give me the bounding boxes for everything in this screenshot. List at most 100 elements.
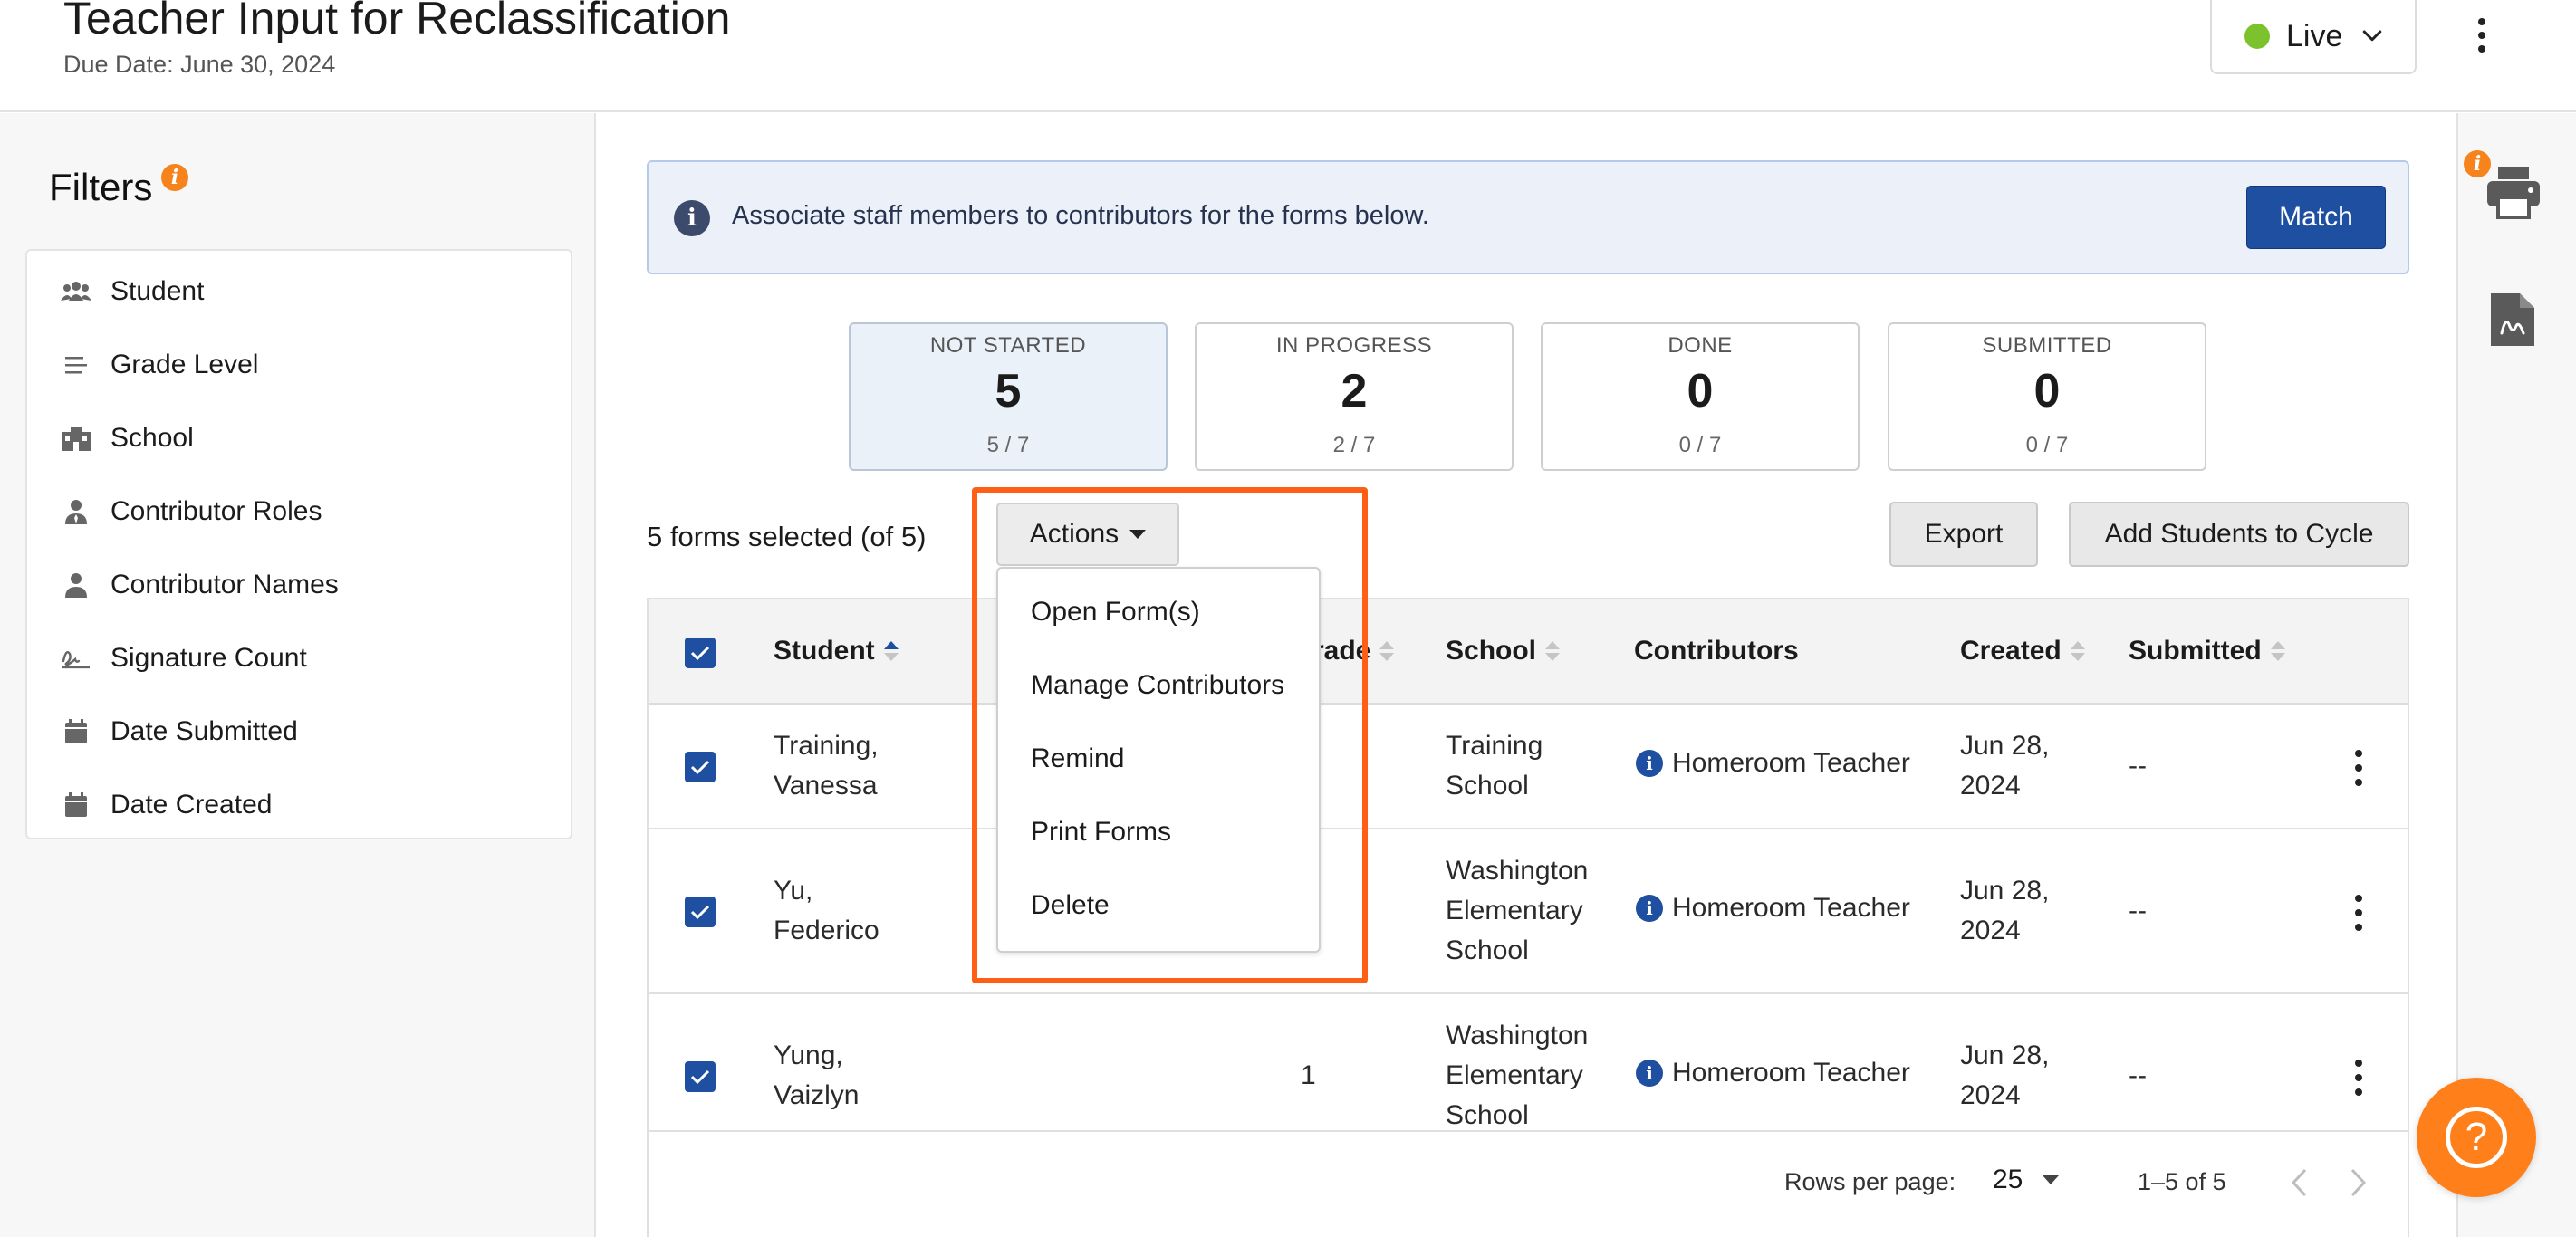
signature-icon [60, 642, 92, 675]
created-date: Jun 28, 2024 [1960, 726, 2049, 806]
student-name: Yu, Federico [774, 871, 879, 951]
stat-card-submitted[interactable]: SUBMITTED 0 0 / 7 [1888, 322, 2206, 471]
table-row[interactable]: Training, Vanessa Training School i Home… [649, 705, 2408, 829]
school-line: Elementary [1446, 896, 1583, 925]
row-checkbox[interactable] [685, 752, 716, 782]
school-line: Elementary [1446, 1060, 1583, 1090]
page-header: Teacher Input for Reclassification Due D… [0, 0, 2576, 112]
dot [2478, 31, 2485, 39]
stat-value: 0 [2033, 365, 2061, 417]
filter-label: Grade Level [111, 350, 259, 379]
menu-item-manage-contributors[interactable]: Manage Contributors [998, 649, 1319, 722]
info-icon[interactable]: i [161, 164, 188, 191]
dot [2355, 895, 2362, 902]
stat-title: IN PROGRESS [1275, 333, 1433, 358]
filter-label: Contributor Names [111, 570, 339, 599]
column-header-submitted[interactable]: Submitted [2129, 636, 2285, 666]
menu-item-print-forms[interactable]: Print Forms [998, 796, 1319, 868]
table-header: Student rade School Contributors Created… [649, 599, 2408, 705]
student-name: Training, Vanessa [774, 726, 879, 806]
menu-item-remind[interactable]: Remind [998, 723, 1319, 795]
dot [2355, 1088, 2362, 1096]
dot [2355, 1060, 2362, 1067]
calendar-icon [60, 789, 92, 821]
select-all-checkbox[interactable] [685, 638, 716, 668]
row-checkbox[interactable] [685, 1061, 716, 1092]
pdf-file-icon[interactable] [2489, 292, 2536, 348]
row-options-icon[interactable] [2350, 1060, 2368, 1096]
selected-count: 5 forms selected (of 5) [647, 521, 927, 552]
contributor-cell[interactable]: i Homeroom Teacher [1636, 1058, 1910, 1088]
menu-item-open-forms[interactable]: Open Form(s) [998, 576, 1319, 648]
filter-item-signature-count[interactable]: Signature Count [27, 622, 571, 695]
rows-per-page-label: Rows per page: [1784, 1168, 1956, 1195]
stat-card-in-progress[interactable]: IN PROGRESS 2 2 / 7 [1195, 322, 1514, 471]
more-options-icon[interactable] [2464, 14, 2500, 56]
status-dropdown[interactable]: Live [2210, 0, 2417, 74]
match-button[interactable]: Match [2246, 186, 2386, 249]
info-icon: i [1636, 895, 1663, 922]
help-icon: ? [2446, 1107, 2507, 1168]
sort-icon [1545, 641, 1561, 661]
info-circle-icon: i [674, 200, 710, 236]
export-button[interactable]: Export [1889, 502, 2038, 567]
row-options-icon[interactable] [2350, 895, 2368, 931]
add-students-button[interactable]: Add Students to Cycle [2069, 502, 2409, 567]
info-icon: i [1636, 1060, 1663, 1087]
person-tie-icon [60, 495, 92, 528]
filter-item-date-submitted[interactable]: Date Submitted [27, 695, 571, 768]
filter-label: School [111, 423, 194, 453]
column-header-student[interactable]: Student [774, 636, 899, 666]
school-line: School [1446, 771, 1529, 801]
submitted-date: -- [2129, 1060, 2147, 1090]
created-date: Jun 28, 2024 [1960, 1036, 2049, 1116]
stat-sub: 0 / 7 [1678, 433, 1722, 457]
help-button[interactable]: ? [2417, 1078, 2536, 1197]
info-icon: i [1636, 750, 1663, 777]
filters-title: Filters [49, 166, 153, 208]
contributor-role: Homeroom Teacher [1672, 1058, 1910, 1088]
contributor-cell[interactable]: i Homeroom Teacher [1636, 748, 1910, 779]
filter-item-contributor-roles[interactable]: Contributor Roles [27, 475, 571, 548]
contributor-cell[interactable]: i Homeroom Teacher [1636, 893, 1910, 924]
stat-sub: 0 / 7 [2025, 433, 2069, 457]
filter-label: Date Submitted [111, 716, 298, 746]
sort-icon [883, 641, 899, 661]
student-name: Yung, Vaizlyn [774, 1036, 859, 1116]
caret-down-icon [2043, 1175, 2060, 1184]
column-header-created[interactable]: Created [1960, 636, 2085, 666]
dot [2355, 779, 2362, 786]
table-row[interactable]: Yu, Federico Washington Elementary Schoo… [649, 829, 2408, 994]
filter-item-school[interactable]: School [27, 402, 571, 475]
rows-per-page-value: 25 [1993, 1165, 2023, 1194]
stat-sub: 2 / 7 [1332, 433, 1376, 457]
column-label: School [1446, 636, 1537, 666]
rows-per-page-select[interactable]: 25 [1993, 1165, 2060, 1195]
stat-card-done[interactable]: DONE 0 0 / 7 [1541, 322, 1860, 471]
dot [2355, 750, 2362, 757]
printer-icon[interactable] [2485, 163, 2542, 219]
filter-label: Date Created [111, 790, 273, 820]
student-last: Training, [774, 731, 879, 761]
check-icon [690, 905, 710, 920]
row-options-icon[interactable] [2350, 750, 2368, 786]
created-line: 2024 [1960, 916, 2021, 945]
stat-value: 0 [1687, 365, 1714, 417]
column-header-school[interactable]: School [1446, 636, 1561, 666]
student-last: Yung, [774, 1040, 843, 1070]
banner-text: Associate staff members to contributors … [732, 201, 1429, 230]
menu-item-delete[interactable]: Delete [998, 869, 1319, 942]
chevron-left-icon [2291, 1168, 2307, 1197]
users-icon [60, 275, 92, 308]
row-checkbox[interactable] [685, 897, 716, 927]
next-page-button[interactable] [2342, 1165, 2375, 1201]
stat-sub: 5 / 7 [986, 433, 1030, 457]
filter-item-student[interactable]: Student [27, 255, 571, 328]
filter-item-date-created[interactable]: Date Created [27, 769, 571, 841]
stat-card-not-started[interactable]: NOT STARTED 5 5 / 7 [849, 322, 1168, 471]
filter-item-grade-level[interactable]: Grade Level [27, 329, 571, 401]
page-title: Teacher Input for Reclassification [63, 0, 731, 43]
filter-item-contributor-names[interactable]: Contributor Names [27, 549, 571, 621]
previous-page-button[interactable] [2283, 1165, 2315, 1201]
sort-icon [2070, 641, 2085, 661]
